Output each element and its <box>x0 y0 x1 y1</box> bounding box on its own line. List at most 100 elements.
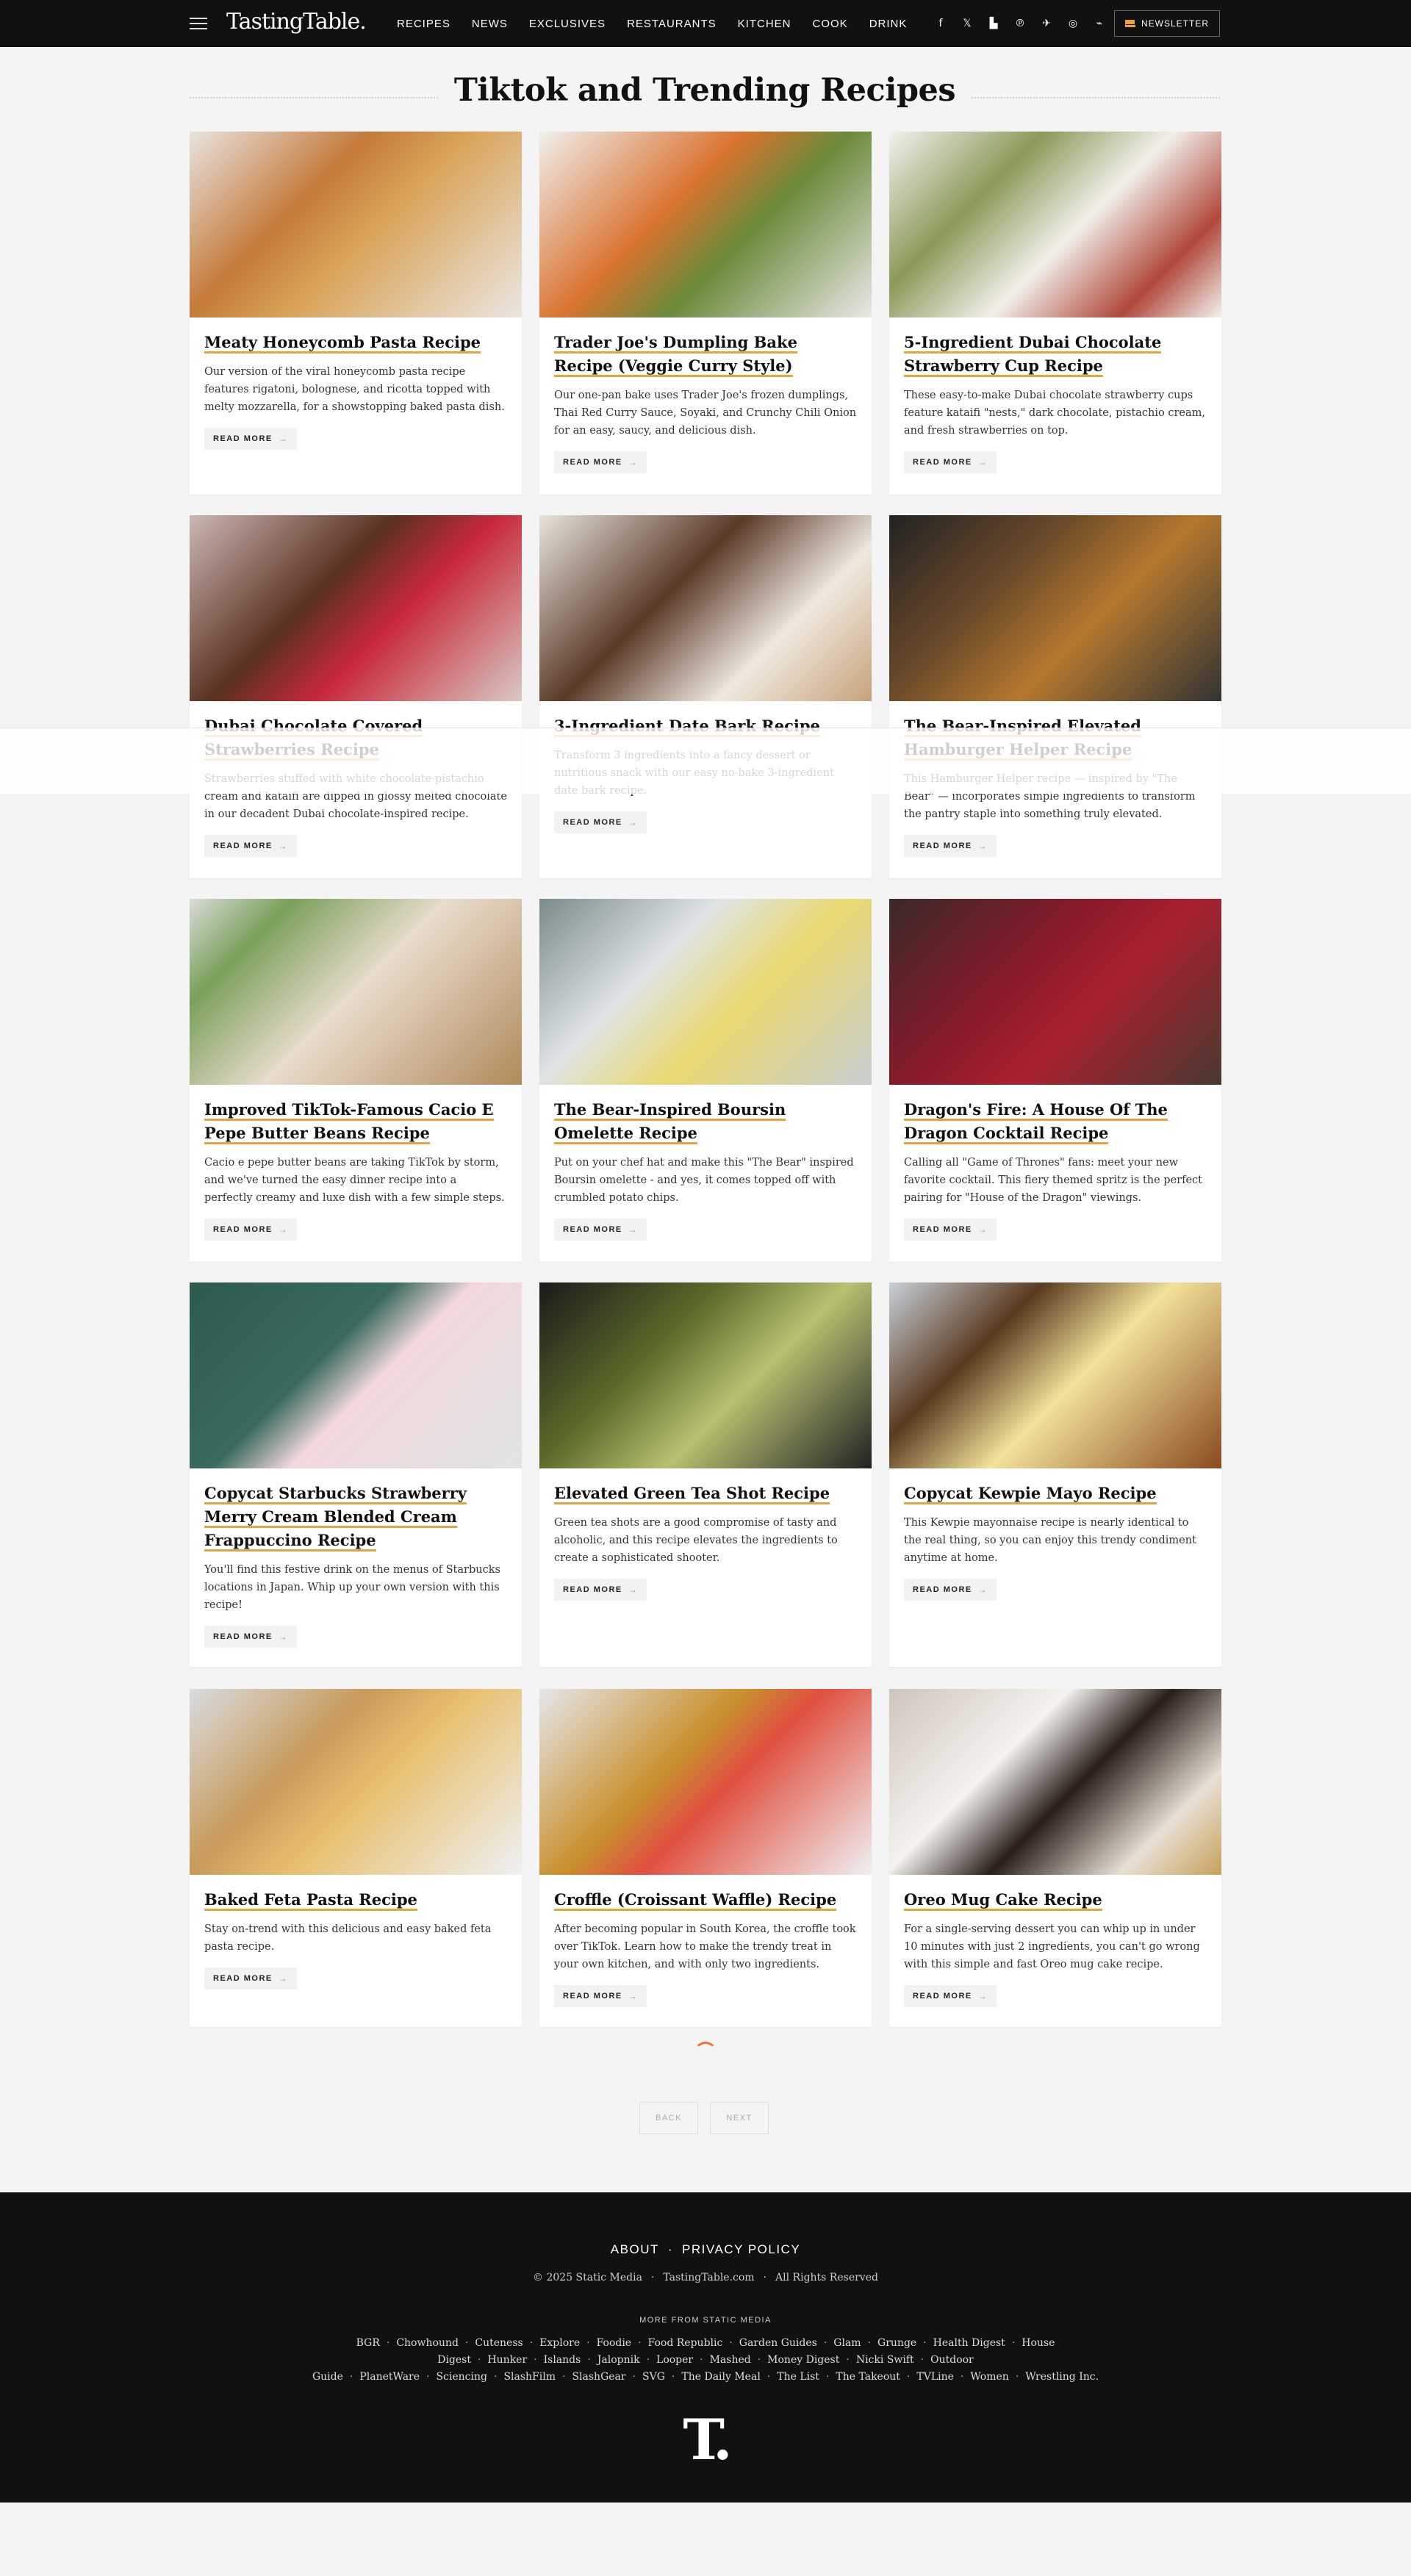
recipe-title[interactable]: Dragon's Fire: A House Of The Dragon Coc… <box>904 1100 1168 1144</box>
network-site-link[interactable]: Hunker <box>487 2354 527 2366</box>
network-site-link[interactable]: Explore <box>539 2337 580 2349</box>
recipe-image[interactable] <box>889 1689 1221 1875</box>
recipe-image[interactable] <box>539 132 872 317</box>
recipe-title[interactable]: Elevated Green Tea Shot Recipe <box>554 1484 830 1504</box>
recipe-title[interactable]: Meaty Honeycomb Pasta Recipe <box>204 333 481 354</box>
recipe-image[interactable] <box>190 899 522 1085</box>
recipe-image[interactable] <box>539 899 872 1085</box>
network-site-link[interactable]: SlashFilm <box>503 2371 556 2383</box>
pinterest-icon[interactable]: ℗ <box>1007 15 1033 32</box>
read-more-button[interactable]: READ MORE → <box>904 1985 997 2007</box>
network-site-link[interactable]: The Takeout <box>836 2371 900 2383</box>
recipe-card[interactable]: Meaty Honeycomb Pasta Recipe Our version … <box>190 132 522 495</box>
next-button[interactable]: NEXT <box>710 2102 769 2134</box>
network-site-link[interactable]: Money Digest <box>767 2354 839 2366</box>
read-more-button[interactable]: READ MORE → <box>904 1579 997 1601</box>
nav-cook[interactable]: COOK <box>813 18 848 30</box>
facebook-icon[interactable]: f <box>927 15 954 32</box>
recipe-title[interactable]: Croffle (Croissant Waffle) Recipe <box>554 1890 837 1911</box>
recipe-card[interactable]: Baked Feta Pasta Recipe Stay on-trend wit… <box>190 1689 522 2027</box>
newsletter-button[interactable]: NEWSLETTER <box>1114 10 1220 37</box>
recipe-card[interactable]: Dubai Chocolate Covered Strawberries Rec… <box>190 515 522 878</box>
x-icon[interactable]: 𝕏 <box>954 15 980 32</box>
read-more-button[interactable]: READ MORE → <box>204 835 298 857</box>
rss-icon[interactable]: ⌁ <box>1086 15 1113 32</box>
network-site-link[interactable]: The Daily Meal <box>681 2371 760 2383</box>
recipe-title[interactable]: Baked Feta Pasta Recipe <box>204 1890 417 1911</box>
recipe-title[interactable]: Improved TikTok-Famous Cacio E Pepe Butt… <box>204 1100 494 1144</box>
network-site-link[interactable]: Grunge <box>877 2337 916 2349</box>
recipe-image[interactable] <box>190 515 522 701</box>
network-site-link[interactable]: Looper <box>656 2354 693 2366</box>
recipe-card[interactable]: The Bear-Inspired Boursin Omelette Recip… <box>539 899 872 1262</box>
recipe-title[interactable]: Copycat Kewpie Mayo Recipe <box>904 1484 1157 1504</box>
recipe-card[interactable]: Improved TikTok-Famous Cacio E Pepe Butt… <box>190 899 522 1262</box>
recipe-image[interactable] <box>539 1282 872 1468</box>
read-more-button[interactable]: READ MORE → <box>554 451 647 473</box>
network-site-link[interactable]: SlashGear <box>572 2371 625 2383</box>
back-button[interactable]: BACK <box>639 2102 698 2134</box>
bluesky-icon[interactable]: ✈ <box>1033 15 1060 32</box>
network-site-link[interactable]: Sciencing <box>436 2371 487 2383</box>
nav-restaurants[interactable]: RESTAURANTS <box>627 18 717 30</box>
recipe-image[interactable] <box>889 132 1221 317</box>
recipe-image[interactable] <box>190 1282 522 1468</box>
site-logo[interactable]: TastingTable. <box>226 9 367 35</box>
read-more-button[interactable]: READ MORE → <box>204 428 298 450</box>
network-site-link[interactable]: Wrestling Inc. <box>1025 2371 1099 2383</box>
network-site-link[interactable]: Mashed <box>710 2354 751 2366</box>
footer-logo[interactable]: T. <box>0 2407 1411 2472</box>
recipe-card[interactable]: Dragon's Fire: A House Of The Dragon Coc… <box>889 899 1221 1262</box>
recipe-card[interactable]: Oreo Mug Cake Recipe For a single-serving… <box>889 1689 1221 2027</box>
recipe-card[interactable]: Elevated Green Tea Shot Recipe Green tea … <box>539 1282 872 1667</box>
nav-kitchen[interactable]: KITCHEN <box>738 18 791 30</box>
network-site-link[interactable]: BGR <box>356 2337 380 2349</box>
recipe-image[interactable] <box>539 1689 872 1875</box>
network-site-link[interactable]: SVG <box>642 2371 665 2383</box>
read-more-button[interactable]: READ MORE → <box>204 1219 298 1241</box>
recipe-card[interactable]: Croffle (Croissant Waffle) Recipe After b… <box>539 1689 872 2027</box>
read-more-button[interactable]: READ MORE → <box>204 1626 298 1648</box>
recipe-title[interactable]: Trader Joe's Dumpling Bake Recipe (Veggi… <box>554 333 797 377</box>
network-site-link[interactable]: Foodie <box>597 2337 632 2349</box>
network-site-link[interactable]: Women <box>970 2371 1008 2383</box>
network-site-link[interactable]: Cuteness <box>475 2337 523 2349</box>
read-more-button[interactable]: READ MORE → <box>554 811 647 833</box>
nav-news[interactable]: NEWS <box>472 18 508 30</box>
read-more-button[interactable]: READ MORE → <box>204 1967 298 1990</box>
footer-about-link[interactable]: ABOUT <box>611 2242 659 2256</box>
recipe-card[interactable]: The Bear-Inspired Elevated Hamburger Hel… <box>889 515 1221 878</box>
recipe-image[interactable] <box>889 1282 1221 1468</box>
recipe-image[interactable] <box>539 515 872 701</box>
read-more-button[interactable]: READ MORE → <box>904 451 997 473</box>
network-site-link[interactable]: Jalopnik <box>597 2354 640 2366</box>
nav-recipes[interactable]: RECIPES <box>397 18 450 30</box>
network-site-link[interactable]: Food Republic <box>648 2337 723 2349</box>
recipe-image[interactable] <box>190 132 522 317</box>
recipe-image[interactable] <box>190 1689 522 1875</box>
recipe-image[interactable] <box>889 515 1221 701</box>
hamburger-menu-icon[interactable] <box>190 18 207 29</box>
recipe-title[interactable]: The Bear-Inspired Boursin Omelette Recip… <box>554 1100 786 1144</box>
instagram-icon[interactable]: ◎ <box>1060 15 1086 32</box>
recipe-card[interactable]: Trader Joe's Dumpling Bake Recipe (Veggi… <box>539 132 872 495</box>
nav-exclusives[interactable]: EXCLUSIVES <box>529 18 606 30</box>
recipe-card[interactable]: Copycat Starbucks Strawberry Merry Cream… <box>190 1282 522 1667</box>
recipe-image[interactable] <box>889 899 1221 1085</box>
recipe-card[interactable]: 3-Ingredient Date Bark RecipeTransform 3… <box>539 515 872 878</box>
recipe-title[interactable]: Oreo Mug Cake Recipe <box>904 1890 1102 1911</box>
network-site-link[interactable]: PlanetWare <box>359 2371 420 2383</box>
recipe-card[interactable]: 5-Ingredient Dubai Chocolate Strawberry … <box>889 132 1221 495</box>
footer-privacy-link[interactable]: PRIVACY POLICY <box>682 2242 800 2256</box>
recipe-title[interactable]: Copycat Starbucks Strawberry Merry Cream… <box>204 1484 467 1551</box>
flipboard-icon[interactable]: ▙ <box>980 15 1007 32</box>
read-more-button[interactable]: READ MORE → <box>554 1579 647 1601</box>
nav-drink[interactable]: DRINK <box>869 18 908 30</box>
recipe-card[interactable]: Copycat Kewpie Mayo Recipe This Kewpie ma… <box>889 1282 1221 1667</box>
network-site-link[interactable]: Islands <box>544 2354 581 2366</box>
network-site-link[interactable]: The List <box>777 2371 819 2383</box>
network-site-link[interactable]: Glam <box>833 2337 861 2349</box>
read-more-button[interactable]: READ MORE → <box>554 1985 647 2007</box>
network-site-link[interactable]: Chowhound <box>396 2337 459 2349</box>
network-site-link[interactable]: Garden Guides <box>739 2337 817 2349</box>
